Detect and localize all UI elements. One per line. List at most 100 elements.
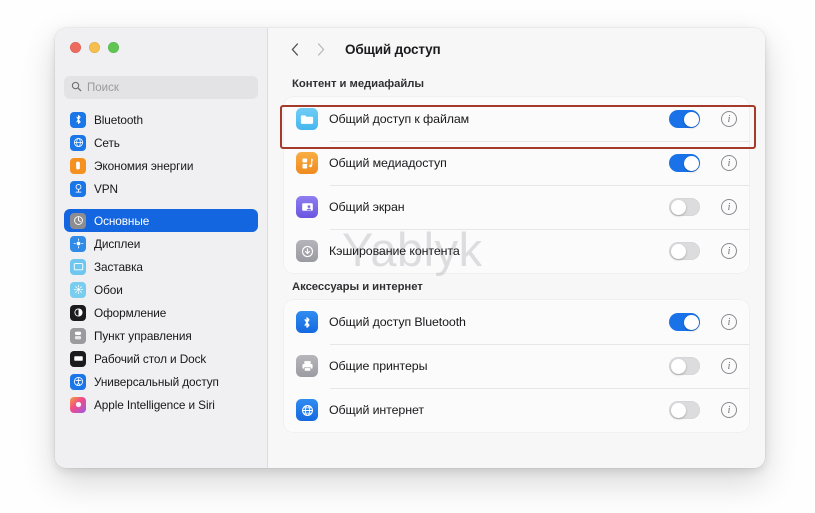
info-button[interactable]: i [721, 314, 737, 330]
pane-content: Контент и медиафайлы Общий доступ к файл… [268, 70, 765, 432]
sidebar-item-apple-intelligence-siri[interactable]: Apple Intelligence и Siri [64, 393, 258, 416]
toggle-knob [670, 358, 686, 374]
sidebar-item-accessibility[interactable]: Универсальный доступ [64, 370, 258, 393]
printer-icon [296, 355, 318, 377]
settings-row-label: Общий интернет [329, 403, 424, 417]
sidebar-item-vpn[interactable]: VPN [64, 177, 258, 200]
settings-row-label: Общий медиадоступ [329, 156, 447, 170]
toggle-knob [670, 402, 686, 418]
search-input[interactable] [87, 81, 251, 94]
settings-card-accessories-internet: Общий доступ Bluetooth i Общие принтеры … [284, 300, 749, 432]
sidebar-item-label: Bluetooth [94, 112, 143, 127]
search-icon [71, 79, 82, 97]
info-button[interactable]: i [721, 155, 737, 171]
bluetooth-icon [70, 111, 86, 128]
toggle-knob [670, 199, 686, 215]
settings-row-label: Общий доступ Bluetooth [329, 315, 466, 329]
sidebar-item-label: Экономия энергии [94, 158, 194, 173]
sidebar-item-bluetooth[interactable]: Bluetooth [64, 108, 258, 131]
media-sharing-toggle[interactable] [669, 154, 700, 172]
folder-icon [296, 108, 318, 130]
settings-row-bluetooth-sharing[interactable]: Общий доступ Bluetooth i [284, 300, 749, 344]
toggle-knob [683, 314, 699, 330]
vpn-icon [70, 180, 86, 197]
screen-sharing-toggle[interactable] [669, 198, 700, 216]
minimize-button[interactable] [89, 42, 100, 53]
sidebar-item-control-center[interactable]: Пункт управления [64, 324, 258, 347]
bluetooth-sharing-toggle[interactable] [669, 313, 700, 331]
section-heading-content-media: Контент и медиафайлы [292, 78, 424, 90]
settings-card-content-media: Общий доступ к файлам i Общий медиадосту… [284, 97, 749, 273]
settings-row-screen-sharing[interactable]: Общий экран i [284, 185, 749, 229]
sidebar-item-label: Универсальный доступ [94, 374, 219, 389]
sidebar-item-screensaver[interactable]: Заставка [64, 255, 258, 278]
battery-energy-icon [70, 157, 86, 174]
network-globe-icon [70, 134, 86, 151]
info-button[interactable]: i [721, 111, 737, 127]
displays-icon [70, 235, 86, 252]
sidebar-item-wallpaper[interactable]: Обои [64, 278, 258, 301]
control-center-icon [70, 327, 86, 344]
settings-row-file-sharing[interactable]: Общий доступ к файлам i [284, 97, 749, 141]
settings-row-label: Общий доступ к файлам [329, 112, 470, 126]
settings-row-printer-sharing[interactable]: Общие принтеры i [284, 344, 749, 388]
sidebar-item-appearance[interactable]: Оформление [64, 301, 258, 324]
sidebar-item-label: Обои [94, 282, 123, 297]
back-button[interactable] [284, 38, 306, 60]
pane-toolbar: Общий доступ [268, 28, 765, 70]
sidebar-nav: Bluetooth Сеть Экономия энергии VPN Осно… [64, 108, 258, 416]
info-button[interactable]: i [721, 243, 737, 259]
settings-row-label: Общие принтеры [329, 359, 428, 373]
settings-row-content-caching[interactable]: Кэширование контента i [284, 229, 749, 273]
internet-sharing-toggle[interactable] [669, 401, 700, 419]
settings-row-label: Общий экран [329, 200, 405, 214]
sidebar-group-system: Основные Дисплеи Заставка Обои Оформлени… [64, 209, 258, 416]
close-button[interactable] [70, 42, 81, 53]
file-sharing-toggle[interactable] [669, 110, 700, 128]
sidebar-item-label: VPN [94, 181, 118, 196]
printer-sharing-toggle[interactable] [669, 357, 700, 375]
sidebar-item-label: Рабочий стол и Dock [94, 351, 207, 366]
internet-sharing-icon [296, 399, 318, 421]
sidebar-item-desktop-dock[interactable]: Рабочий стол и Dock [64, 347, 258, 370]
window-traffic-lights [64, 28, 258, 66]
bluetooth-icon [296, 311, 318, 333]
forward-button[interactable] [310, 38, 332, 60]
siri-icon [70, 396, 86, 413]
sidebar: Bluetooth Сеть Экономия энергии [55, 28, 268, 468]
toggle-knob [683, 111, 699, 127]
page-title: Общий доступ [345, 41, 441, 57]
wallpaper-icon [70, 281, 86, 298]
toggle-knob [683, 155, 699, 171]
sidebar-item-label: Заставка [94, 259, 143, 274]
screenshot-root: Bluetooth Сеть Экономия энергии [0, 0, 815, 513]
sidebar-group-connectivity: Bluetooth Сеть Экономия энергии VPN [64, 108, 258, 200]
settings-row-media-sharing[interactable]: Общий медиадоступ i [284, 141, 749, 185]
zoom-button[interactable] [108, 42, 119, 53]
system-settings-window: Bluetooth Сеть Экономия энергии [55, 28, 765, 468]
desktop-dock-icon [70, 350, 86, 367]
content-caching-toggle[interactable] [669, 242, 700, 260]
sidebar-item-general[interactable]: Основные [64, 209, 258, 232]
settings-row-label: Кэширование контента [329, 244, 460, 258]
accessibility-icon [70, 373, 86, 390]
sidebar-item-label: Apple Intelligence и Siri [94, 397, 215, 412]
section-heading-accessories-internet: Аксессуары и интернет [292, 281, 423, 293]
media-sharing-icon [296, 152, 318, 174]
sidebar-item-label: Основные [94, 213, 150, 228]
sidebar-item-network[interactable]: Сеть [64, 131, 258, 154]
settings-row-internet-sharing[interactable]: Общий интернет i [284, 388, 749, 432]
sidebar-item-label: Сеть [94, 135, 120, 150]
general-gear-icon [70, 212, 86, 229]
sidebar-item-energy[interactable]: Экономия энергии [64, 154, 258, 177]
sidebar-item-displays[interactable]: Дисплеи [64, 232, 258, 255]
screensaver-icon [70, 258, 86, 275]
info-button[interactable]: i [721, 402, 737, 418]
sidebar-item-label: Дисплеи [94, 236, 141, 251]
content-caching-icon [296, 240, 318, 262]
info-button[interactable]: i [721, 199, 737, 215]
main-pane: Общий доступ Контент и медиафайлы Общий … [268, 28, 765, 468]
appearance-icon [70, 304, 86, 321]
info-button[interactable]: i [721, 358, 737, 374]
sidebar-search[interactable] [64, 76, 258, 99]
